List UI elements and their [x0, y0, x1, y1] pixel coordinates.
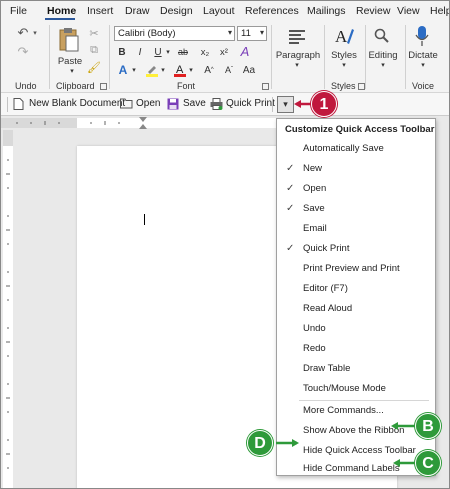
callout-d: D	[247, 430, 273, 456]
arrowhead-icon	[292, 439, 299, 447]
word-window: File Home Insert Draw Design Layout Refe…	[0, 0, 450, 489]
arrowhead-icon	[294, 100, 301, 108]
callout-1: 1	[311, 91, 337, 117]
arrowhead-icon	[391, 422, 398, 430]
callout-arrows	[276, 100, 415, 467]
callout-c: C	[415, 450, 441, 476]
callout-b: B	[415, 413, 441, 439]
arrowhead-icon	[393, 459, 400, 467]
